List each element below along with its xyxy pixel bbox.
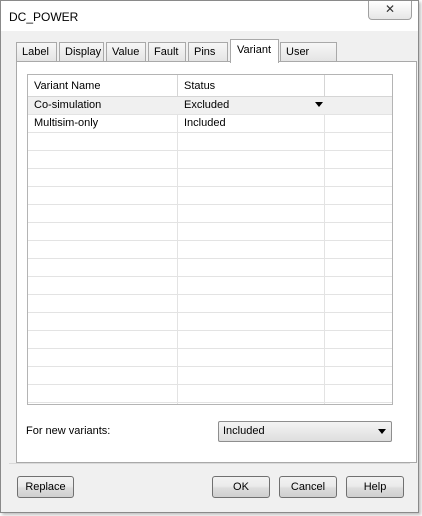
tab-pins[interactable]: Pins bbox=[188, 42, 228, 62]
new-variants-label: For new variants: bbox=[26, 425, 111, 437]
column-header-variant-name[interactable]: Variant Name bbox=[28, 75, 178, 97]
empty-row bbox=[28, 331, 392, 349]
grid-header: Variant Name Status bbox=[28, 75, 392, 97]
tab-fault[interactable]: Fault bbox=[148, 42, 186, 62]
divider bbox=[9, 463, 410, 464]
empty-row bbox=[28, 205, 392, 223]
chevron-down-icon bbox=[378, 429, 386, 434]
empty-row bbox=[28, 169, 392, 187]
empty-row bbox=[28, 241, 392, 259]
column-header-status[interactable]: Status bbox=[178, 75, 325, 97]
cancel-button[interactable]: Cancel bbox=[279, 476, 337, 498]
empty-row bbox=[28, 277, 392, 295]
table-row[interactable]: Multisim-only Included bbox=[28, 115, 392, 133]
tab-panel-variant: Variant Name Status Co-simulation Exclud… bbox=[16, 61, 417, 463]
empty-row bbox=[28, 223, 392, 241]
empty-row bbox=[28, 367, 392, 385]
status-dropdown-arrow-icon[interactable] bbox=[315, 102, 323, 107]
dialog-window: DC_POWER ✕ Label Display Value Fault Pin… bbox=[0, 0, 419, 513]
tab-display[interactable]: Display bbox=[59, 42, 104, 62]
empty-row bbox=[28, 133, 392, 151]
new-variants-value: Included bbox=[223, 425, 265, 437]
replace-button[interactable]: Replace bbox=[17, 476, 74, 498]
title-bar: DC_POWER ✕ bbox=[1, 1, 418, 31]
empty-row bbox=[28, 313, 392, 331]
tab-user-fields[interactable]: User fields bbox=[280, 42, 337, 76]
empty-row bbox=[28, 295, 392, 313]
table-row[interactable]: Co-simulation Excluded bbox=[28, 97, 392, 115]
cell-variant-name: Multisim-only bbox=[34, 117, 99, 129]
tab-label[interactable]: Label bbox=[16, 42, 57, 62]
new-variants-select[interactable]: Included bbox=[218, 421, 392, 442]
empty-row bbox=[28, 385, 392, 403]
cell-status[interactable]: Included bbox=[178, 115, 226, 132]
empty-row bbox=[28, 259, 392, 277]
ok-button[interactable]: OK bbox=[212, 476, 270, 498]
window-title: DC_POWER bbox=[9, 10, 79, 24]
cell-variant-name: Co-simulation bbox=[34, 99, 102, 111]
close-icon: ✕ bbox=[384, 2, 396, 16]
variant-grid[interactable]: Variant Name Status Co-simulation Exclud… bbox=[27, 74, 393, 405]
help-button[interactable]: Help bbox=[346, 476, 404, 498]
empty-row bbox=[28, 187, 392, 205]
empty-row bbox=[28, 151, 392, 169]
cell-status[interactable]: Excluded bbox=[178, 97, 229, 114]
tab-value[interactable]: Value bbox=[106, 42, 146, 62]
close-button[interactable]: ✕ bbox=[368, 1, 412, 20]
tab-variant[interactable]: Variant bbox=[230, 39, 279, 63]
empty-row bbox=[28, 349, 392, 367]
